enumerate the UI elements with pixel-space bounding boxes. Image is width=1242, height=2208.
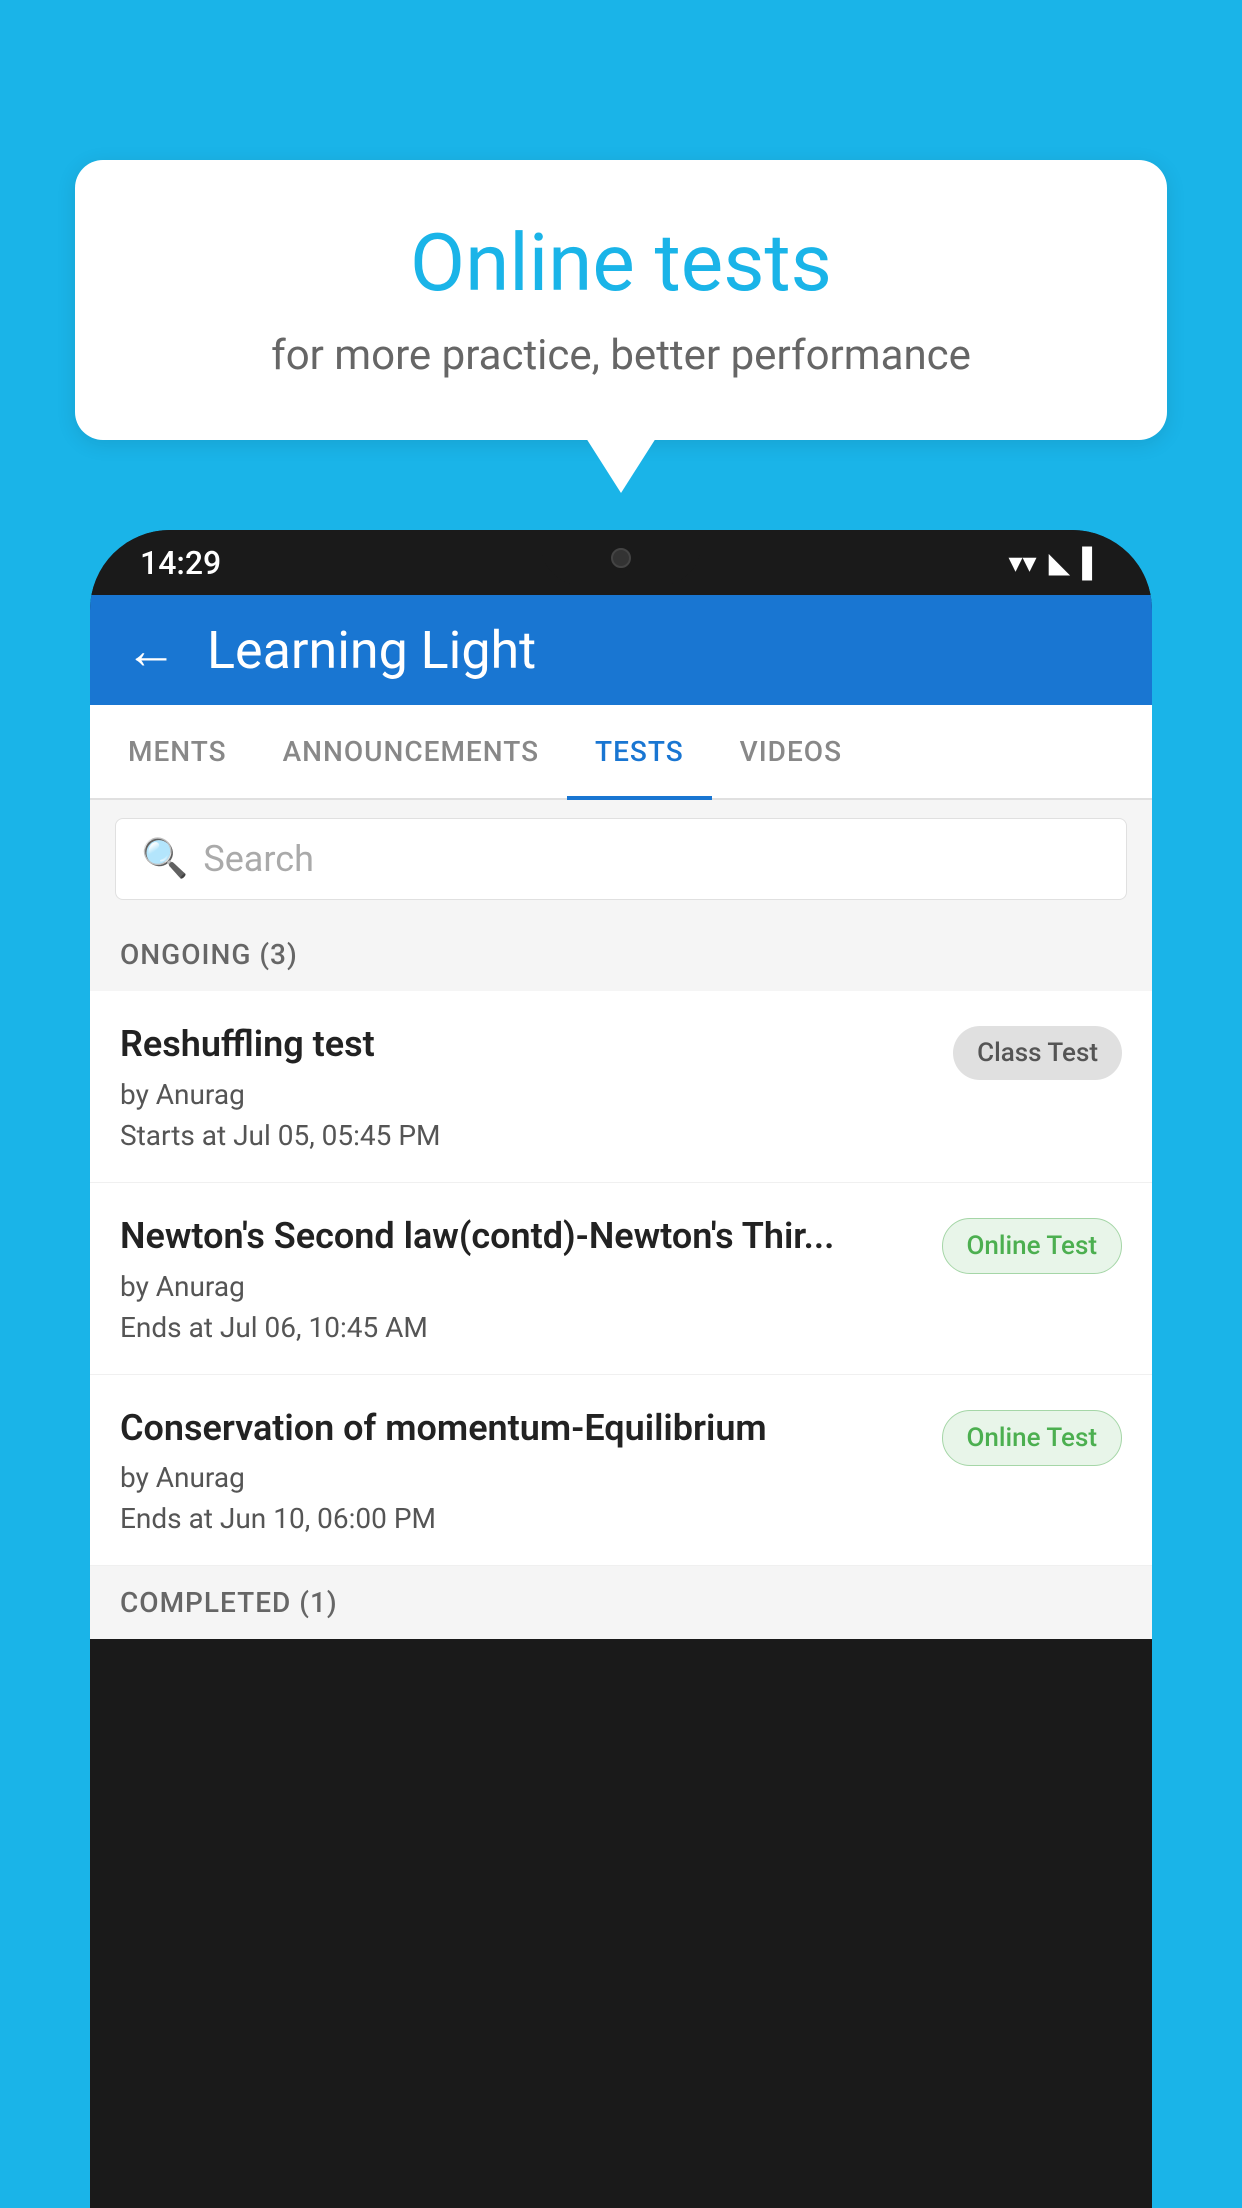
test-item[interactable]: Newton's Second law(contd)-Newton's Thir…: [90, 1183, 1152, 1375]
battery-icon: ▌: [1082, 546, 1102, 579]
app-bar: ← Learning Light: [90, 595, 1152, 705]
camera-icon: [611, 548, 631, 568]
test-title: Conservation of momentum-Equilibrium: [120, 1405, 922, 1452]
test-date: Ends at Jul 06, 10:45 AM: [120, 1311, 922, 1344]
tab-announcements[interactable]: ANNOUNCEMENTS: [255, 705, 567, 798]
status-bar: 14:29 ▾▾ ◣ ▌: [90, 530, 1152, 595]
tab-tests[interactable]: TESTS: [567, 705, 712, 798]
test-info: Conservation of momentum-Equilibrium by …: [120, 1405, 922, 1536]
test-item[interactable]: Conservation of momentum-Equilibrium by …: [90, 1375, 1152, 1567]
status-icons: ▾▾ ◣ ▌: [1009, 546, 1103, 579]
tab-videos[interactable]: VIDEOS: [712, 705, 870, 798]
test-list: Reshuffling test by Anurag Starts at Jul…: [90, 991, 1152, 1566]
test-date: Ends at Jun 10, 06:00 PM: [120, 1502, 922, 1535]
tab-ments[interactable]: MENTS: [100, 705, 255, 798]
test-badge-online: Online Test: [942, 1218, 1123, 1274]
test-badge-online: Online Test: [942, 1410, 1123, 1466]
search-input-wrapper[interactable]: 🔍 Search: [115, 818, 1127, 900]
ongoing-section-header: ONGOING (3): [90, 918, 1152, 991]
back-button[interactable]: ←: [125, 620, 177, 681]
tabs-container: MENTS ANNOUNCEMENTS TESTS VIDEOS: [90, 705, 1152, 800]
search-bar: 🔍 Search: [90, 800, 1152, 918]
test-badge-class: Class Test: [953, 1026, 1122, 1080]
phone-frame: 14:29 ▾▾ ◣ ▌ ← Learning Light MENTS ANNO…: [90, 530, 1152, 2208]
speech-bubble-arrow: [586, 438, 656, 493]
test-title: Reshuffling test: [120, 1021, 933, 1068]
test-author: by Anurag: [120, 1078, 933, 1111]
test-info: Reshuffling test by Anurag Starts at Jul…: [120, 1021, 933, 1152]
test-title: Newton's Second law(contd)-Newton's Thir…: [120, 1213, 922, 1260]
speech-bubble: Online tests for more practice, better p…: [75, 160, 1167, 440]
signal-icon: ◣: [1049, 546, 1071, 579]
search-input[interactable]: Search: [203, 838, 314, 880]
test-author: by Anurag: [120, 1461, 922, 1494]
test-date: Starts at Jul 05, 05:45 PM: [120, 1119, 933, 1152]
phone-time: 14:29: [140, 544, 221, 582]
speech-bubble-subtitle: for more practice, better performance: [135, 331, 1107, 380]
completed-section-header: COMPLETED (1): [90, 1566, 1152, 1639]
speech-bubble-section: Online tests for more practice, better p…: [75, 160, 1167, 493]
test-author: by Anurag: [120, 1270, 922, 1303]
search-icon: 🔍: [141, 837, 188, 881]
test-item[interactable]: Reshuffling test by Anurag Starts at Jul…: [90, 991, 1152, 1183]
app-bar-title: Learning Light: [207, 620, 536, 681]
phone-notch: [541, 530, 701, 585]
wifi-icon: ▾▾: [1009, 546, 1037, 579]
speech-bubble-title: Online tests: [135, 215, 1107, 311]
test-info: Newton's Second law(contd)-Newton's Thir…: [120, 1213, 922, 1344]
